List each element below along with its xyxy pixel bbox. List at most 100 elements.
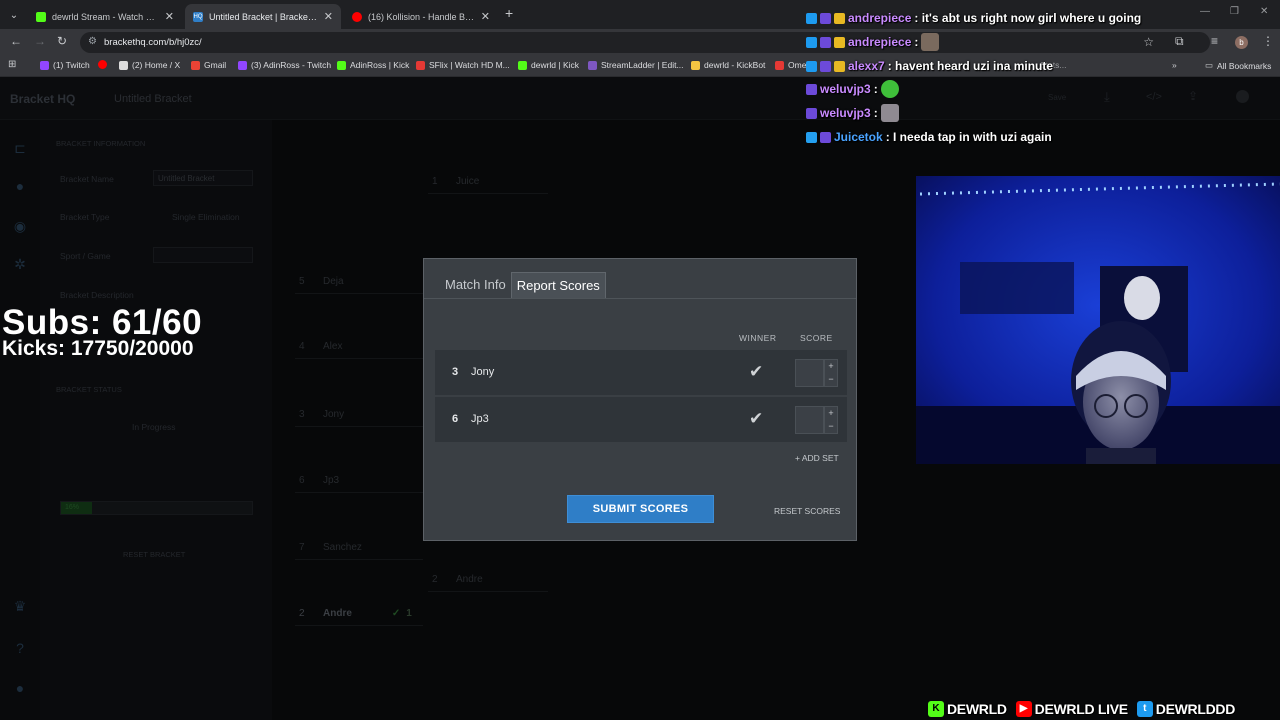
- crown-icon[interactable]: ♛: [11, 598, 29, 614]
- bracket-slot[interactable]: 5 Deja: [299, 276, 344, 287]
- window-close-icon[interactable]: ✕: [1260, 6, 1268, 17]
- section-heading: BRACKET INFORMATION: [56, 139, 146, 148]
- score-input[interactable]: [795, 359, 824, 387]
- bookmark-star-icon[interactable]: ☆: [1143, 35, 1154, 49]
- score-stepper: + −: [824, 359, 838, 387]
- bracket-slot[interactable]: 2 Andre: [432, 574, 483, 585]
- maximize-icon[interactable]: ❐: [1230, 6, 1239, 17]
- decrement-icon[interactable]: −: [825, 420, 837, 433]
- close-icon[interactable]: ✕: [481, 10, 490, 23]
- decrement-icon[interactable]: −: [825, 373, 837, 386]
- tab-kick-stream[interactable]: dewrld Stream - Watch Live on Kick ✕: [28, 4, 182, 29]
- new-tab-icon[interactable]: +: [505, 5, 513, 21]
- account-avatar[interactable]: [1236, 90, 1249, 103]
- bracket-settings-panel: BRACKET INFORMATION Bracket Name Untitle…: [40, 120, 272, 720]
- tab-bracket-hq[interactable]: HQ Untitled Bracket | Bracket HQ ✕: [185, 4, 341, 29]
- bracket-slot[interactable]: 7 Sanchez: [299, 542, 362, 553]
- bookmarks-overflow-icon[interactable]: »: [1172, 60, 1177, 70]
- bookmark-item[interactable]: (1) Twitch: [40, 60, 90, 70]
- youtube-favicon-icon: [352, 11, 362, 22]
- embed-icon[interactable]: </>: [1146, 91, 1162, 109]
- winner-check-icon[interactable]: ✔: [749, 362, 763, 382]
- close-icon[interactable]: ✕: [324, 10, 333, 23]
- field-label: Bracket Type: [60, 212, 110, 222]
- tab-match-info[interactable]: Match Info: [440, 272, 511, 298]
- tab-youtube[interactable]: (16) Kollision - Handle Business ✕: [344, 4, 498, 29]
- brackethq-favicon-icon: HQ: [193, 11, 203, 22]
- browser-toolbar: ← → ↻ ⚙ brackethq.com/b/hj0zc/ ☆ ⧉ ≡ b ⋮: [0, 29, 1280, 56]
- download-icon[interactable]: ⤓: [1104, 89, 1110, 107]
- save-button[interactable]: Save: [1048, 93, 1066, 111]
- reload-icon[interactable]: ↻: [57, 34, 67, 48]
- bracket-icon[interactable]: ⊏: [11, 140, 29, 156]
- bookmark-item[interactable]: dewrld - KickBot: [691, 60, 765, 70]
- bookmark-item[interactable]: AdinRoss | Kick: [337, 60, 409, 70]
- score-input[interactable]: [795, 406, 824, 434]
- field-label: Bracket Name: [60, 174, 114, 184]
- address-bar[interactable]: ⚙ brackethq.com/b/hj0zc/ ☆: [80, 32, 1210, 53]
- tab-search-icon[interactable]: ⌄: [6, 7, 22, 23]
- all-bookmarks-folder[interactable]: ▭ All Bookmarks: [1205, 60, 1271, 71]
- seed-number: 3: [452, 366, 459, 378]
- progress-fill: 16%: [61, 502, 92, 514]
- bracket-name-input[interactable]: Untitled Bracket: [153, 170, 253, 186]
- tab-report-scores[interactable]: Report Scores: [510, 272, 606, 298]
- sport-game-input[interactable]: [153, 247, 253, 263]
- bracket-slot[interactable]: 6 Jp3: [299, 475, 339, 486]
- back-icon[interactable]: ←: [10, 34, 22, 48]
- verified-badge-icon: [806, 12, 817, 24]
- brand-logo[interactable]: Bracket HQ: [10, 92, 75, 106]
- bookmark-item[interactable]: dewrld | Kick: [518, 60, 579, 70]
- user-icon[interactable]: ●: [11, 680, 29, 696]
- progress-bar: 16%: [60, 501, 253, 515]
- participants-icon[interactable]: ●: [11, 178, 29, 194]
- bracket-type-select[interactable]: Single Elimination: [172, 212, 240, 222]
- add-set-button[interactable]: + ADD SET: [795, 453, 839, 463]
- profile-avatar[interactable]: b: [1235, 36, 1248, 49]
- field-label: Bracket Description: [60, 290, 134, 300]
- increment-icon[interactable]: +: [825, 360, 837, 373]
- reset-scores-button[interactable]: RESET SCORES: [774, 506, 840, 516]
- page-header: Bracket HQ Untitled Bracket Save ⤓ </> ⇪: [0, 77, 1280, 120]
- share-icon[interactable]: ⇪: [1188, 89, 1198, 107]
- bracket-connector: [295, 625, 423, 626]
- menu-icon[interactable]: ⋮: [1262, 34, 1274, 48]
- minimize-icon[interactable]: —: [1200, 6, 1210, 17]
- forward-icon[interactable]: →: [34, 34, 46, 48]
- submit-scores-button[interactable]: SUBMIT SCORES: [567, 495, 714, 523]
- gem-badge-icon: [806, 131, 817, 143]
- chat-message: weluvjp3 :: [806, 103, 899, 123]
- bookmark-item[interactable]: StreamLadder | Edit...: [588, 60, 684, 70]
- folder-icon: ▭: [1205, 60, 1214, 70]
- modal-tabs: Match Info Report Scores: [440, 272, 606, 298]
- bracket-slot[interactable]: 1 Juice: [432, 176, 479, 187]
- site-info-icon[interactable]: ⚙: [88, 36, 97, 47]
- bookmark-item[interactable]: Gmail: [191, 60, 226, 70]
- bracket-slot[interactable]: 3 Jony: [299, 409, 344, 420]
- apps-grid-icon[interactable]: ⊞: [8, 59, 16, 70]
- increment-icon[interactable]: +: [825, 407, 837, 420]
- theme-palette-icon[interactable]: ◉: [11, 218, 29, 234]
- emote-icon: [880, 80, 899, 98]
- tab-title: (16) Kollision - Handle Business: [368, 11, 475, 22]
- extensions-icon[interactable]: ⧉: [1175, 34, 1184, 49]
- bracket-slot[interactable]: 2 Andre ✓ 1: [299, 608, 412, 619]
- help-icon[interactable]: ?: [11, 640, 29, 656]
- winner-check-icon[interactable]: ✔: [749, 409, 763, 429]
- bracket-slot[interactable]: 4 Alex: [299, 341, 342, 352]
- reset-bracket-button[interactable]: RESET BRACKET: [123, 550, 185, 559]
- kick-icon: K: [928, 701, 944, 717]
- settings-gear-icon[interactable]: ✲: [11, 256, 29, 272]
- winner-column-header: WINNER: [739, 333, 777, 343]
- emote-icon: [921, 33, 940, 51]
- bookmark-item[interactable]: SFlix | Watch HD M...: [416, 60, 510, 70]
- bookmark-item[interactable]: (3) AdinRoss - Twitch: [238, 60, 331, 70]
- bookmark-item[interactable]: [98, 60, 111, 69]
- bookmark-item[interactable]: Ome: [775, 60, 806, 70]
- page-title: Untitled Bracket: [114, 93, 192, 105]
- close-icon[interactable]: ✕: [165, 10, 174, 23]
- status-value: In Progress: [132, 422, 176, 432]
- media-controls-icon[interactable]: ≡: [1211, 34, 1218, 48]
- tab-title: dewrld Stream - Watch Live on Kick: [52, 11, 159, 22]
- bookmark-item[interactable]: (2) Home / X: [119, 60, 180, 70]
